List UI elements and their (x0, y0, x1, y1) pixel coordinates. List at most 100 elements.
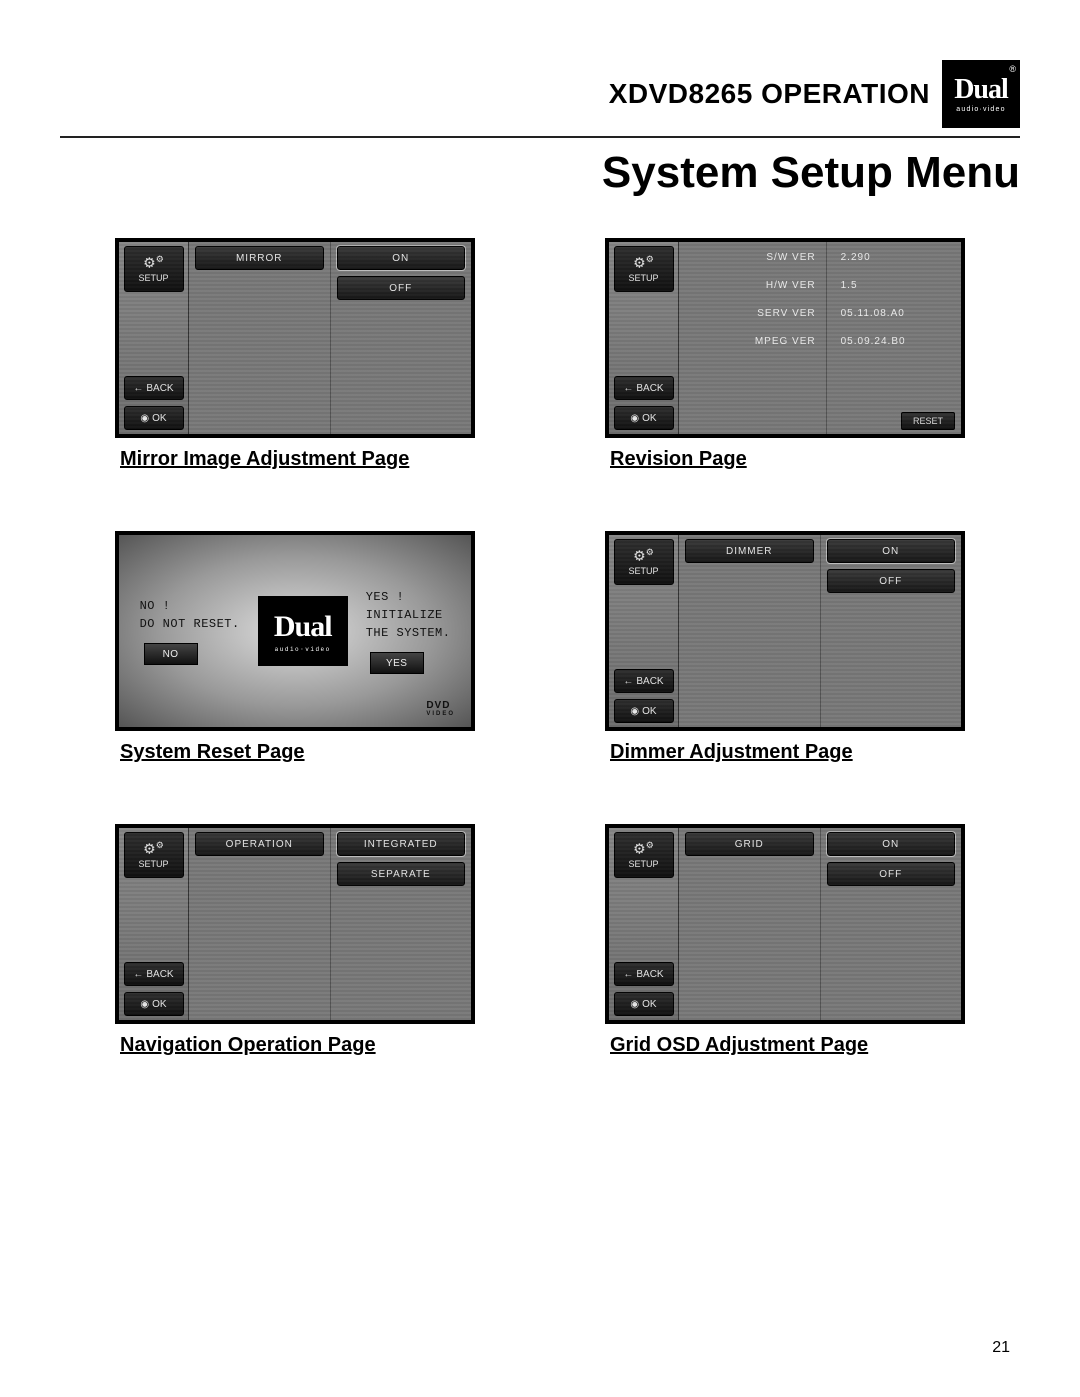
sidebar: ⚙⚙ SETUP ← BACK ◉ OK (119, 242, 189, 434)
mirror-screen: ⚙⚙ SETUP ← BACK ◉ OK MIRROR ON (115, 238, 475, 438)
dot-icon: ◉ (140, 413, 149, 424)
sw-ver-key: S/W VER (685, 246, 820, 268)
model-number: XDVD8265 (609, 78, 753, 109)
back-button[interactable]: ← BACK (614, 669, 674, 693)
mirror-label[interactable]: MIRROR (195, 246, 324, 270)
serv-ver-val: 05.11.08.A0 (833, 302, 955, 324)
dvd-label: DVD (426, 700, 450, 711)
ok-button[interactable]: ◉ OK (124, 992, 184, 1016)
setup-button[interactable]: ⚙⚙ SETUP (614, 246, 674, 292)
operation-label[interactable]: OPERATION (195, 832, 324, 856)
reset-caption: System Reset Page (120, 741, 305, 764)
mirror-on[interactable]: ON (337, 246, 466, 270)
dvd-video-mark: DVD VIDEO (426, 700, 455, 717)
back-button[interactable]: ← BACK (614, 376, 674, 400)
panels-grid: ⚙⚙ SETUP ← BACK ◉ OK MIRROR ON (60, 238, 1020, 1057)
dot-icon: ◉ (630, 413, 639, 424)
back-label: BACK (636, 676, 663, 687)
back-label: BACK (636, 383, 663, 394)
revision-content: S/W VER H/W VER SERV VER MPEG VER 2.290 … (679, 242, 961, 434)
grid-content: GRID ON OFF (679, 828, 961, 1020)
setup-button[interactable]: ⚙⚙ SETUP (124, 832, 184, 878)
reset-no-line2: DO NOT RESET. (140, 615, 240, 633)
navigation-caption: Navigation Operation Page (120, 1034, 376, 1057)
ok-button[interactable]: ◉ OK (614, 699, 674, 723)
reset-no-button[interactable]: NO (144, 643, 198, 665)
header-rule (60, 136, 1020, 138)
reset-button[interactable]: RESET (901, 412, 955, 430)
revision-screen: ⚙⚙ SETUP ← BACK ◉ OK S/W VER H/W VER SER… (605, 238, 965, 438)
gear-icon: ⚙⚙ (633, 255, 654, 270)
setup-button[interactable]: ⚙⚙ SETUP (614, 832, 674, 878)
dot-icon: ◉ (630, 999, 639, 1010)
grid-screen: ⚙⚙ SETUP ← BACK ◉ OK GRID ON (605, 824, 965, 1024)
sidebar: ⚙⚙ SETUP ← BACK ◉ OK (119, 828, 189, 1020)
reset-cell: NO ! DO NOT RESET. NO Dual audio·video Y… (80, 531, 510, 764)
grid-label[interactable]: GRID (685, 832, 814, 856)
page-header: XDVD8265 OPERATION ® Dual audio·video (60, 60, 1020, 128)
logo-subtext: audio·video (956, 106, 1005, 113)
ok-label: OK (642, 413, 656, 424)
back-button[interactable]: ← BACK (614, 962, 674, 986)
back-label: BACK (146, 383, 173, 394)
mirror-off[interactable]: OFF (337, 276, 466, 300)
grid-caption: Grid OSD Adjustment Page (610, 1034, 868, 1057)
reset-no-prompt: NO ! DO NOT RESET. NO (140, 597, 240, 665)
setup-button[interactable]: ⚙⚙ SETUP (124, 246, 184, 292)
setup-label: SETUP (138, 273, 168, 283)
revision-cell: ⚙⚙ SETUP ← BACK ◉ OK S/W VER H/W VER SER… (570, 238, 1000, 471)
page-title: System Setup Menu (60, 148, 1020, 198)
setup-label: SETUP (138, 859, 168, 869)
dot-icon: ◉ (630, 706, 639, 717)
navigation-screen: ⚙⚙ SETUP ← BACK ◉ OK OPERATION INTE (115, 824, 475, 1024)
dual-logo: ® Dual audio·video (942, 60, 1020, 128)
reset-yes-line1: YES ! (366, 588, 451, 606)
sidebar: ⚙⚙ SETUP ← BACK ◉ OK (609, 535, 679, 727)
operation-label: OPERATION (761, 78, 930, 109)
dimmer-caption: Dimmer Adjustment Page (610, 741, 853, 764)
arrow-left-icon: ← (623, 676, 633, 687)
reset-yes-line2: INITIALIZE (366, 606, 451, 624)
nav-separate[interactable]: SEPARATE (337, 862, 466, 886)
dimmer-content: DIMMER ON OFF (679, 535, 961, 727)
ok-button[interactable]: ◉ OK (614, 992, 674, 1016)
setup-label: SETUP (628, 273, 658, 283)
arrow-left-icon: ← (623, 383, 633, 394)
reset-yes-button[interactable]: YES (370, 652, 424, 674)
mirror-caption: Mirror Image Adjustment Page (120, 448, 409, 471)
gear-icon: ⚙⚙ (143, 255, 164, 270)
ok-label: OK (152, 413, 166, 424)
mpeg-ver-val: 05.09.24.B0 (833, 330, 955, 352)
ok-button[interactable]: ◉ OK (614, 406, 674, 430)
mirror-content: MIRROR ON OFF (189, 242, 471, 434)
back-label: BACK (636, 969, 663, 980)
dimmer-screen: ⚙⚙ SETUP ← BACK ◉ OK DIMMER ON (605, 531, 965, 731)
sidebar: ⚙⚙ SETUP ← BACK ◉ OK (609, 828, 679, 1020)
mirror-cell: ⚙⚙ SETUP ← BACK ◉ OK MIRROR ON (80, 238, 510, 471)
grid-off[interactable]: OFF (827, 862, 956, 886)
header-text: XDVD8265 OPERATION (609, 78, 930, 110)
ok-label: OK (642, 999, 656, 1010)
mpeg-ver-key: MPEG VER (685, 330, 820, 352)
navigation-cell: ⚙⚙ SETUP ← BACK ◉ OK OPERATION INTE (80, 824, 510, 1057)
grid-on[interactable]: ON (827, 832, 956, 856)
setup-button[interactable]: ⚙⚙ SETUP (614, 539, 674, 585)
logo-subtext: audio·video (275, 646, 331, 653)
arrow-left-icon: ← (133, 383, 143, 394)
dimmer-off[interactable]: OFF (827, 569, 956, 593)
setup-label: SETUP (628, 859, 658, 869)
back-button[interactable]: ← BACK (124, 962, 184, 986)
gear-icon: ⚙⚙ (633, 548, 654, 563)
nav-integrated[interactable]: INTEGRATED (337, 832, 466, 856)
reset-yes-line3: THE SYSTEM. (366, 624, 451, 642)
ok-button[interactable]: ◉ OK (124, 406, 184, 430)
gear-icon: ⚙⚙ (143, 841, 164, 856)
sw-ver-val: 2.290 (833, 246, 955, 268)
hw-ver-val: 1.5 (833, 274, 955, 296)
registered-mark: ® (1009, 64, 1016, 74)
setup-label: SETUP (628, 566, 658, 576)
back-button[interactable]: ← BACK (124, 376, 184, 400)
sidebar: ⚙⚙ SETUP ← BACK ◉ OK (609, 242, 679, 434)
dimmer-label[interactable]: DIMMER (685, 539, 814, 563)
dimmer-on[interactable]: ON (827, 539, 956, 563)
